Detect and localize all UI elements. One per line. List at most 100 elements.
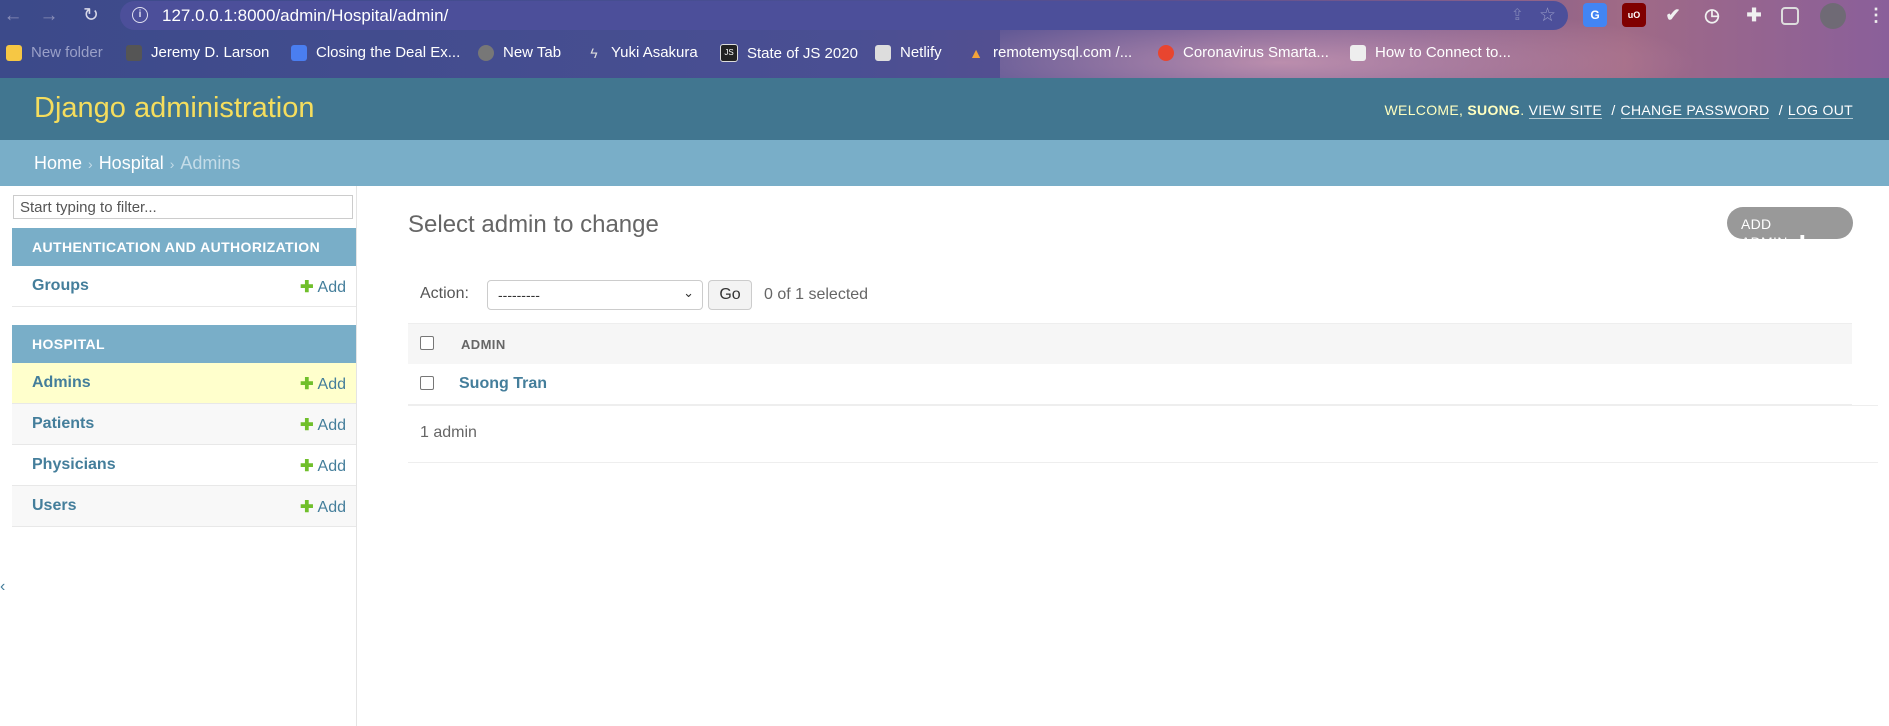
bookmark-label: Jeremy D. Larson — [151, 44, 270, 61]
go-button[interactable]: Go — [708, 280, 752, 310]
add-physicians-link[interactable]: ✚ Add — [300, 456, 346, 476]
add-groups-link[interactable]: ✚ Add — [300, 277, 346, 297]
model-link-physicians[interactable]: Physicians — [32, 456, 116, 474]
nav-sidebar: AUTHENTICATION AND AUTHORIZATION Groups … — [12, 186, 357, 726]
bookmark-label: New folder — [31, 44, 103, 61]
translate-extension-icon[interactable]: G — [1583, 3, 1607, 27]
row-link-suong-tran[interactable]: Suong Tran — [459, 375, 547, 393]
action-select[interactable]: --------- ⌄ — [487, 280, 703, 310]
add-label: Add — [317, 458, 346, 475]
column-header-admin[interactable]: ADMIN — [461, 337, 506, 352]
disk-icon — [1350, 44, 1366, 61]
site-header: Django administration WELCOME, SUONG. VI… — [0, 78, 1889, 140]
sidebar-item-patients[interactable]: Patients ✚ Add — [12, 404, 356, 445]
breadcrumb-home[interactable]: Home — [34, 153, 82, 173]
url-text[interactable]: 127.0.0.1:8000/admin/Hospital/admin/ — [162, 6, 448, 26]
clock-extension-icon[interactable]: ◷ — [1700, 3, 1724, 27]
sidebar-item-groups[interactable]: Groups ✚ Add — [12, 266, 356, 307]
row-checkbox[interactable] — [420, 376, 434, 390]
bookmark-item[interactable]: ϟ Yuki Asakura — [586, 44, 697, 61]
bookmark-item[interactable]: New folder — [6, 44, 103, 61]
globe-icon — [478, 44, 494, 61]
logout-link[interactable]: LOG OUT — [1787, 102, 1853, 119]
module-caption-auth[interactable]: AUTHENTICATION AND AUTHORIZATION — [12, 228, 356, 266]
breadcrumb-separator: › — [169, 156, 175, 172]
chevron-down-icon: ⌄ — [683, 285, 694, 300]
breadcrumb-hospital[interactable]: Hospital — [99, 153, 164, 173]
welcome-period: . — [1520, 102, 1525, 118]
bookmark-star-icon[interactable]: ☆ — [1539, 4, 1556, 27]
bookmark-label: Netlify — [900, 44, 942, 61]
bookmark-item[interactable]: JS State of JS 2020 — [720, 44, 858, 62]
separator: / — [1611, 102, 1616, 118]
address-bar[interactable]: i 127.0.0.1:8000/admin/Hospital/admin/ ⇪… — [120, 1, 1568, 30]
js-badge: JS — [724, 48, 734, 57]
action-selected-value: --------- — [498, 287, 540, 303]
sidepanel-icon[interactable] — [1781, 7, 1799, 25]
js-icon: JS — [720, 44, 738, 62]
action-label: Action: — [420, 285, 469, 302]
ublock-badge: uO — [1627, 10, 1641, 20]
extensions-puzzle-icon[interactable]: ✚ — [1742, 3, 1766, 27]
add-admin-button[interactable]: ADD ADMIN ✚ — [1727, 207, 1853, 251]
virus-icon — [1158, 44, 1174, 61]
reload-icon[interactable]: ↻ — [78, 3, 104, 29]
add-patients-link[interactable]: ✚ Add — [300, 415, 346, 435]
model-link-admins[interactable]: Admins — [32, 374, 91, 392]
plus-icon: ✚ — [300, 376, 314, 393]
model-link-groups[interactable]: Groups — [32, 277, 89, 295]
add-admins-link[interactable]: ✚ Add — [300, 374, 346, 394]
table-row: Suong Tran — [408, 364, 1852, 405]
docs-icon — [291, 44, 307, 61]
bookmark-label: Coronavirus Smarta... — [1183, 44, 1329, 61]
model-link-patients[interactable]: Patients — [32, 415, 94, 433]
card-icon — [875, 44, 891, 61]
ublock-extension-icon[interactable]: uO — [1622, 3, 1646, 27]
module-caption-hospital[interactable]: HOSPITAL — [12, 325, 356, 363]
share-icon[interactable]: ⇪ — [1511, 5, 1524, 25]
bookmark-item[interactable]: How to Connect to... — [1350, 44, 1511, 61]
plus-icon: ✚ — [300, 458, 314, 475]
result-count: 1 admin — [420, 424, 477, 441]
bookmark-label: New Tab — [503, 44, 562, 61]
forward-icon[interactable]: → — [36, 3, 62, 29]
add-label: Add — [317, 279, 346, 296]
change-password-link[interactable]: CHANGE PASSWORD — [1620, 102, 1770, 119]
site-branding[interactable]: Django administration — [34, 92, 314, 125]
page-title: Select admin to change — [408, 211, 659, 238]
plus-icon: ✚ — [1795, 234, 1810, 251]
user-tools: WELCOME, SUONG. VIEW SITE / CHANGE PASSWO… — [1384, 102, 1853, 119]
selection-counter: 0 of 1 selected — [764, 286, 869, 303]
select-all-checkbox[interactable] — [420, 336, 434, 350]
model-link-users[interactable]: Users — [32, 497, 76, 515]
sidebar-collapse-icon[interactable]: ‹ — [0, 578, 5, 596]
site-info-icon[interactable]: i — [132, 7, 148, 23]
sidebar-item-admins[interactable]: Admins ✚ Add — [12, 363, 356, 404]
table-header: ADMIN — [408, 323, 1852, 365]
feather-icon: ϟ — [590, 44, 598, 61]
checklist-extension-icon[interactable]: ✔ — [1661, 3, 1685, 27]
plus-icon: ✚ — [300, 279, 314, 296]
back-icon[interactable]: ← — [0, 3, 26, 29]
bookmark-item[interactable]: Closing the Deal Ex... — [291, 44, 460, 61]
add-users-link[interactable]: ✚ Add — [300, 497, 346, 517]
sail-icon: ▲ — [969, 44, 983, 61]
add-label: Add — [317, 376, 346, 393]
sidebar-item-users[interactable]: Users ✚ Add — [12, 486, 356, 527]
bookmark-item[interactable]: Jeremy D. Larson — [126, 44, 269, 61]
browser-menu-icon[interactable]: ⋮ — [1864, 3, 1888, 27]
sidebar-filter-input[interactable] — [13, 195, 353, 219]
breadcrumb: Home › Hospital › Admins — [0, 140, 1889, 186]
bookmark-item[interactable]: New Tab — [478, 44, 561, 61]
plus-icon: ✚ — [300, 417, 314, 434]
plus-icon: ✚ — [300, 499, 314, 516]
add-label: Add — [317, 499, 346, 516]
bookmark-item[interactable]: ▲ remotemysql.com /... — [968, 44, 1132, 61]
bookmark-item[interactable]: Coronavirus Smarta... — [1158, 44, 1329, 61]
bookmark-item[interactable]: Netlify — [875, 44, 942, 61]
sidebar-item-physicians[interactable]: Physicians ✚ Add — [12, 445, 356, 486]
profile-avatar-icon[interactable] — [1820, 3, 1846, 29]
welcome-text: WELCOME, — [1384, 102, 1464, 118]
folder-icon — [6, 44, 22, 61]
view-site-link[interactable]: VIEW SITE — [1528, 102, 1603, 119]
